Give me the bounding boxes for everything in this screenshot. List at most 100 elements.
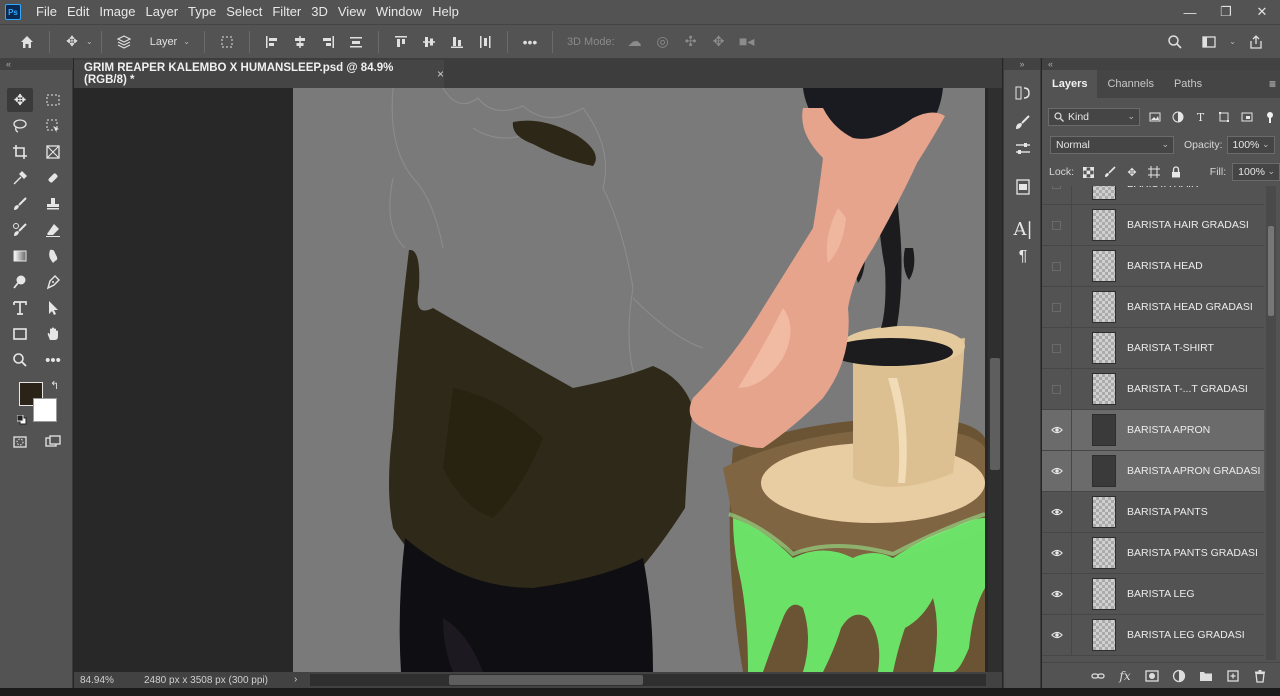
menu-file[interactable]: File bbox=[31, 0, 62, 24]
layer-name[interactable]: BARISTA LEG bbox=[1127, 588, 1195, 600]
layer-visibility-toggle[interactable] bbox=[1042, 286, 1072, 328]
layer-name[interactable]: BARISTA HEAD GRADASI bbox=[1127, 301, 1253, 313]
align-bottom-icon[interactable] bbox=[446, 31, 468, 53]
status-menu-arrow-icon[interactable]: › bbox=[294, 674, 297, 685]
horizontal-scrollbar[interactable] bbox=[310, 674, 986, 686]
layer-visibility-toggle[interactable] bbox=[1042, 245, 1072, 287]
filter-shape-icon[interactable] bbox=[1215, 109, 1232, 126]
menu-select[interactable]: Select bbox=[221, 0, 267, 24]
add-mask-icon[interactable] bbox=[1144, 668, 1160, 684]
layer-name[interactable]: BARISTA PANTS bbox=[1127, 506, 1208, 518]
3d-orbit-icon[interactable]: ☁ bbox=[624, 31, 646, 53]
smudge-tool-icon[interactable] bbox=[40, 244, 66, 268]
new-layer-icon[interactable] bbox=[1225, 668, 1241, 684]
libraries-panel-icon[interactable] bbox=[1011, 176, 1035, 198]
layer-visibility-toggle[interactable] bbox=[1042, 532, 1072, 574]
auto-select-layers-icon[interactable] bbox=[113, 31, 135, 53]
layer-name[interactable]: BARISTA HAIR bbox=[1127, 186, 1199, 190]
frame-tool-icon[interactable] bbox=[40, 140, 66, 164]
align-horizontal-center-icon[interactable] bbox=[289, 31, 311, 53]
align-vertical-center-icon[interactable] bbox=[418, 31, 440, 53]
layer-filter-kind-dropdown[interactable]: Kind ⌄ bbox=[1048, 108, 1140, 126]
layer-name[interactable]: BARISTA T-SHIRT bbox=[1127, 342, 1214, 354]
vertical-scroll-thumb[interactable] bbox=[990, 358, 1000, 470]
brush-settings-panel-icon[interactable] bbox=[1011, 112, 1035, 134]
layer-name[interactable]: BARISTA T-...T GRADASI bbox=[1127, 383, 1248, 395]
distribute-horizontal-icon[interactable] bbox=[474, 31, 496, 53]
layer-thumbnail[interactable] bbox=[1092, 414, 1116, 446]
align-top-icon[interactable] bbox=[390, 31, 412, 53]
character-panel-icon[interactable]: A| bbox=[1011, 218, 1035, 240]
layer-row[interactable]: BARISTA LEG bbox=[1042, 573, 1264, 615]
healing-brush-tool-icon[interactable] bbox=[40, 166, 66, 190]
filter-adjustment-icon[interactable] bbox=[1169, 109, 1186, 126]
transform-controls-icon[interactable] bbox=[216, 31, 238, 53]
panel-menu-icon[interactable]: ≡ bbox=[1269, 77, 1276, 91]
layer-row[interactable]: BARISTA T-...T GRADASI bbox=[1042, 368, 1264, 410]
crop-tool-icon[interactable] bbox=[7, 140, 33, 164]
3d-scale-icon[interactable]: ■◂ bbox=[736, 31, 758, 53]
layer-name[interactable]: BARISTA APRON GRADASI bbox=[1127, 465, 1260, 477]
layer-name[interactable]: BARISTA HEAD bbox=[1127, 260, 1203, 272]
layers-scroll-thumb[interactable] bbox=[1268, 226, 1274, 316]
swap-colors-icon[interactable]: ↰ bbox=[50, 379, 59, 392]
blend-mode-dropdown[interactable]: Normal ⌄ bbox=[1050, 136, 1174, 154]
layer-thumbnail[interactable] bbox=[1092, 332, 1116, 364]
align-right-icon[interactable] bbox=[317, 31, 339, 53]
layer-name[interactable]: BARISTA HAIR GRADASI bbox=[1127, 219, 1249, 231]
layer-row[interactable]: BARISTA HAIR GRADASI bbox=[1042, 204, 1264, 246]
chevron-down-icon[interactable]: ⌄ bbox=[86, 37, 93, 46]
canvas-artwork[interactable] bbox=[293, 88, 985, 672]
3d-slide-icon[interactable]: ✥ bbox=[708, 31, 730, 53]
new-group-icon[interactable] bbox=[1198, 668, 1214, 684]
menu-3d[interactable]: 3D bbox=[306, 0, 333, 24]
layer-name[interactable]: BARISTA APRON bbox=[1127, 424, 1210, 436]
layer-thumbnail[interactable] bbox=[1092, 537, 1116, 569]
layer-name[interactable]: BARISTA LEG GRADASI bbox=[1127, 629, 1245, 641]
new-adjustment-layer-icon[interactable] bbox=[1171, 668, 1187, 684]
layer-visibility-toggle[interactable] bbox=[1042, 450, 1072, 492]
layer-thumbnail[interactable] bbox=[1092, 496, 1116, 528]
gradient-tool-icon[interactable] bbox=[7, 244, 33, 268]
layer-row[interactable]: BARISTA APRON bbox=[1042, 409, 1264, 451]
fill-field[interactable]: 100% ⌄ bbox=[1232, 163, 1280, 181]
menu-layer[interactable]: Layer bbox=[141, 0, 184, 24]
history-panel-icon[interactable] bbox=[1011, 82, 1035, 104]
menu-filter[interactable]: Filter bbox=[267, 0, 306, 24]
layer-thumbnail[interactable] bbox=[1092, 578, 1116, 610]
layer-thumbnail[interactable] bbox=[1092, 373, 1116, 405]
auto-select-dropdown[interactable]: Layer ⌄ bbox=[144, 32, 196, 52]
vertical-scrollbar[interactable] bbox=[988, 88, 1002, 672]
distribute-vertical-icon[interactable] bbox=[345, 31, 367, 53]
layer-row[interactable]: BARISTA HEAD bbox=[1042, 245, 1264, 287]
lock-transparent-pixels-icon[interactable] bbox=[1080, 164, 1096, 181]
brush-tool-icon[interactable] bbox=[7, 192, 33, 216]
lock-all-icon[interactable] bbox=[1168, 164, 1184, 181]
layer-visibility-toggle[interactable] bbox=[1042, 327, 1072, 369]
horizontal-scroll-thumb[interactable] bbox=[449, 675, 643, 685]
lock-position-icon[interactable]: ✥ bbox=[1124, 164, 1140, 181]
lock-artboard-icon[interactable] bbox=[1146, 164, 1162, 181]
document-tab[interactable]: GRIM REAPER KALEMBO X HUMANSLEEP.psd @ 8… bbox=[74, 60, 444, 88]
chevron-down-icon[interactable]: ⌄ bbox=[1229, 31, 1236, 53]
tools-collapse-bar[interactable]: « bbox=[0, 58, 73, 70]
close-tab-icon[interactable]: × bbox=[437, 67, 444, 81]
layer-row[interactable]: BARISTA HEAD GRADASI bbox=[1042, 286, 1264, 328]
layers-scrollbar[interactable] bbox=[1266, 186, 1276, 660]
layer-row[interactable]: BARISTA APRON GRADASI bbox=[1042, 450, 1264, 492]
3d-roll-icon[interactable]: ◎ bbox=[652, 31, 674, 53]
layer-name[interactable]: BARISTA PANTS GRADASI bbox=[1127, 547, 1258, 559]
layer-thumbnail[interactable] bbox=[1092, 250, 1116, 282]
layer-visibility-toggle[interactable] bbox=[1042, 573, 1072, 615]
pen-tool-icon[interactable] bbox=[40, 270, 66, 294]
filter-pixel-icon[interactable] bbox=[1146, 109, 1163, 126]
minimize-button[interactable]: — bbox=[1172, 0, 1208, 24]
layer-thumbnail[interactable] bbox=[1092, 186, 1116, 200]
history-brush-tool-icon[interactable] bbox=[7, 218, 33, 242]
link-layers-icon[interactable] bbox=[1090, 668, 1106, 684]
background-color-swatch[interactable] bbox=[33, 398, 57, 422]
home-icon[interactable] bbox=[16, 31, 38, 53]
menu-window[interactable]: Window bbox=[371, 0, 427, 24]
quick-mask-icon[interactable] bbox=[7, 430, 33, 454]
screen-mode-icon[interactable] bbox=[40, 430, 66, 454]
